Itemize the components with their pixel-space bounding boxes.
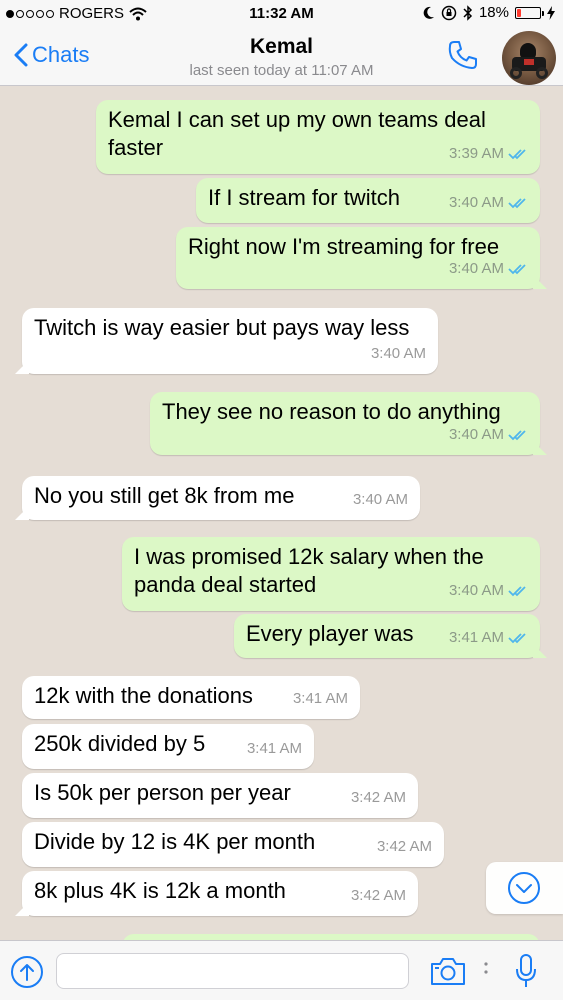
message-time: 3:40 AM [352, 491, 408, 508]
message-time: 3:41 AM [448, 629, 504, 646]
scroll-to-bottom-button[interactable] [486, 862, 563, 914]
outgoing-message[interactable]: I was promised 12k salary when the panda… [122, 537, 540, 611]
composer-bar [0, 940, 563, 1000]
message-meta: 3:42 AM [377, 833, 432, 861]
outgoing-message[interactable]: Kemal I can set up my own teams deal fas… [96, 100, 540, 174]
message-meta: 3:40 AM [449, 255, 528, 283]
bubble-tail [533, 441, 547, 455]
microphone-button[interactable] [514, 953, 538, 994]
read-receipt-icon [508, 148, 528, 160]
microphone-icon [516, 954, 536, 987]
message-text: Divide by 12 is 4K per month [34, 829, 316, 854]
camera-button[interactable] [430, 956, 466, 991]
message-list: Kemal I can set up my own teams deal fas… [0, 86, 563, 940]
message-time: 3:39 AM [448, 145, 504, 162]
message-meta: 3:40 AM [449, 421, 528, 449]
call-button[interactable] [446, 38, 480, 77]
outgoing-message[interactable]: If I stream for twitch 3:40 AM [196, 178, 540, 223]
bubble-tail [15, 360, 29, 374]
incoming-message[interactable]: Is 50k per person per year 3:42 AM [22, 773, 418, 818]
message-meta: 3:40 AM [353, 486, 408, 514]
chat-header: Chats Kemal last seen today at 11:07 AM [0, 30, 563, 86]
rotation-lock-icon [441, 5, 457, 20]
separator-dots-icon [484, 962, 488, 974]
bluetooth-icon [463, 4, 473, 21]
message-meta: 3:40 AM [371, 340, 426, 368]
bubble-tail [15, 506, 29, 520]
chevron-down-circle-icon [508, 872, 540, 904]
message-meta: 3:42 AM [351, 784, 406, 812]
message-text: No you still get 8k from me [34, 483, 295, 508]
message-meta: 3:40 AM [449, 189, 528, 217]
message-time: 3:40 AM [448, 260, 504, 277]
incoming-message[interactable]: 250k divided by 5 3:41 AM [22, 724, 314, 769]
bubble-tail [15, 902, 29, 916]
message-time: 3:41 AM [246, 740, 302, 757]
message-meta: 3:39 AM [449, 140, 528, 168]
outgoing-message[interactable]: Every player was 3:41 AM [234, 614, 547, 658]
moon-icon [423, 6, 434, 19]
status-bar: ROGERS 11:32 AM 18% [0, 0, 563, 30]
battery-icon [515, 6, 544, 19]
bubble-tail [533, 644, 547, 658]
status-right: 18% [423, 4, 555, 21]
message-time: 3:40 AM [448, 582, 504, 599]
message-meta: 3:41 AM [293, 685, 348, 713]
read-receipt-icon [508, 429, 528, 441]
read-receipt-icon [508, 632, 528, 644]
camera-icon [431, 958, 465, 985]
incoming-message[interactable]: 8k plus 4K is 12k a month 3:42 AM [15, 871, 418, 916]
message-meta: 3:41 AM [247, 735, 302, 763]
message-meta: 3:41 AM [449, 624, 528, 652]
message-time: 3:40 AM [448, 194, 504, 211]
charging-bolt-icon [547, 5, 555, 20]
arrow-up-circle-icon [11, 956, 43, 988]
message-time: 3:42 AM [350, 887, 406, 904]
message-time: 3:42 AM [350, 789, 406, 806]
bubble-tail [533, 275, 547, 289]
phone-icon [448, 41, 477, 69]
outgoing-message[interactable]: They see no reason to do anything 3:40 AM [150, 392, 547, 455]
message-time: 3:41 AM [292, 690, 348, 707]
message-time: 3:40 AM [370, 345, 426, 362]
incoming-message[interactable]: 12k with the donations 3:41 AM [22, 676, 360, 719]
message-meta: 3:42 AM [351, 882, 406, 910]
message-text: Twitch is way easier but pays way less [34, 315, 410, 340]
outgoing-message[interactable]: Right now I'm streaming for free 3:40 AM [176, 227, 547, 289]
incoming-message[interactable]: No you still get 8k from me 3:40 AM [15, 476, 420, 520]
read-receipt-icon [508, 197, 528, 209]
incoming-message[interactable]: Twitch is way easier but pays way less 3:… [15, 308, 438, 374]
battery-percent: 18% [478, 4, 509, 21]
read-receipt-icon [508, 585, 528, 597]
attach-button[interactable] [10, 955, 44, 994]
message-time: 3:42 AM [376, 838, 432, 855]
message-meta: 3:40 AM [449, 577, 528, 605]
incoming-message[interactable]: Divide by 12 is 4K per month 3:42 AM [22, 822, 444, 867]
read-receipt-icon [508, 263, 528, 275]
message-input[interactable] [56, 953, 409, 989]
contact-avatar[interactable] [502, 31, 556, 85]
message-time: 3:40 AM [448, 426, 504, 443]
